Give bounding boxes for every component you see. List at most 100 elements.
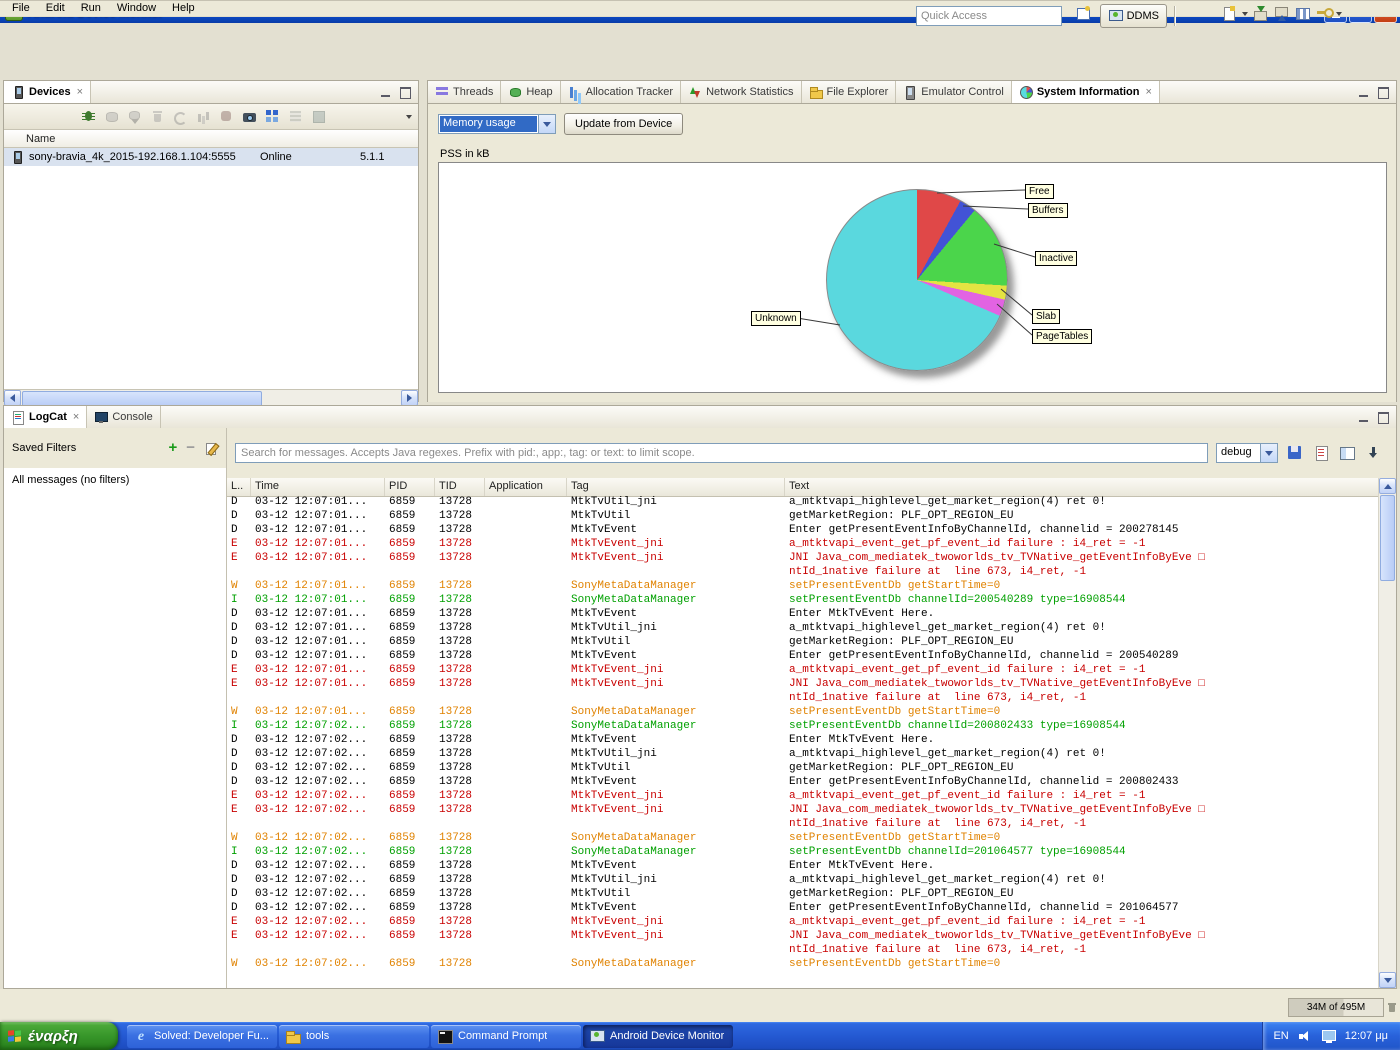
column-header-tid[interactable]: TID: [435, 478, 485, 496]
scroll-down-arrow-icon[interactable]: [1379, 972, 1396, 988]
log-row[interactable]: D03-12 12:07:02...685913728MtkTvUtilgetM…: [227, 888, 1379, 902]
opengl-trace-icon[interactable]: [310, 108, 327, 125]
tab-emulator-control[interactable]: Emulator Control: [896, 81, 1012, 103]
dump-hprof-icon[interactable]: [126, 108, 143, 125]
language-indicator[interactable]: EN: [1273, 1030, 1288, 1042]
close-tab-icon[interactable]: ×: [73, 411, 79, 423]
clock[interactable]: 12:07 μμ: [1345, 1030, 1388, 1042]
log-row[interactable]: D03-12 12:07:02...685913728MtkTvUtil_jni…: [227, 748, 1379, 762]
column-header-pid[interactable]: PID: [385, 478, 435, 496]
log-row[interactable]: ntId_1native failure at line 673, i4_ret…: [227, 566, 1379, 580]
log-row[interactable]: I03-12 12:07:01...685913728SonyMetaDataM…: [227, 594, 1379, 608]
scroll-up-arrow-icon[interactable]: [1379, 478, 1396, 494]
log-row[interactable]: ntId_1native failure at line 673, i4_ret…: [227, 818, 1379, 832]
close-tab-icon[interactable]: ×: [77, 86, 83, 98]
import-icon[interactable]: [1252, 5, 1269, 22]
tab-file-explorer[interactable]: File Explorer: [802, 81, 897, 103]
debug-process-icon[interactable]: [80, 108, 97, 125]
maximize-view-icon[interactable]: [1377, 87, 1390, 98]
log-row[interactable]: D03-12 12:07:02...685913728MtkTvEventEnt…: [227, 734, 1379, 748]
log-row[interactable]: D03-12 12:07:02...685913728MtkTvUtil_jni…: [227, 874, 1379, 888]
maximize-view-icon[interactable]: [399, 87, 412, 98]
log-level-select[interactable]: debug: [1216, 443, 1278, 463]
log-row[interactable]: D03-12 12:07:01...685913728MtkTvEventEnt…: [227, 650, 1379, 664]
log-row[interactable]: W03-12 12:07:01...685913728SonyMetaDataM…: [227, 706, 1379, 720]
tab-console[interactable]: Console: [87, 406, 160, 428]
tab-threads[interactable]: Threads: [428, 81, 501, 103]
taskbar-button-android-device-monitor[interactable]: Android Device Monitor: [583, 1025, 733, 1048]
column-header-tag[interactable]: Tag: [567, 478, 785, 496]
log-row[interactable]: E03-12 12:07:02...685913728MtkTvEvent_jn…: [227, 790, 1379, 804]
view-menu-icon[interactable]: [406, 115, 412, 119]
log-row[interactable]: W03-12 12:07:02...685913728SonyMetaDataM…: [227, 958, 1379, 972]
log-row[interactable]: E03-12 12:07:01...685913728MtkTvEvent_jn…: [227, 538, 1379, 552]
scroll-right-arrow-icon[interactable]: [401, 390, 418, 406]
taskbar-button-tools[interactable]: tools: [279, 1025, 429, 1048]
edit-filter-icon[interactable]: [204, 441, 218, 455]
quick-access-input[interactable]: [916, 6, 1062, 26]
clear-log-icon[interactable]: [1312, 444, 1330, 462]
run-garbage-collector-icon[interactable]: [1386, 1001, 1398, 1013]
ddms-perspective-button[interactable]: DDMS: [1100, 4, 1167, 28]
log-row[interactable]: D03-12 12:07:02...685913728MtkTvEventEnt…: [227, 902, 1379, 916]
column-header-text[interactable]: Text: [785, 478, 1379, 496]
table-view-icon[interactable]: [1294, 5, 1311, 22]
update-threads-icon[interactable]: [172, 108, 189, 125]
log-row[interactable]: I03-12 12:07:02...685913728SonyMetaDataM…: [227, 720, 1379, 734]
menu-file[interactable]: File: [4, 0, 38, 16]
screen-capture-icon[interactable]: [241, 108, 258, 125]
logcat-search-input[interactable]: [235, 443, 1208, 463]
network-icon[interactable]: [1321, 1029, 1337, 1043]
hierarchy-view-icon[interactable]: [264, 108, 281, 125]
tab-logcat[interactable]: LogCat ×: [4, 406, 87, 428]
menu-edit[interactable]: Edit: [38, 0, 73, 16]
minimize-view-icon[interactable]: [380, 87, 393, 98]
close-tab-icon[interactable]: ×: [1146, 86, 1152, 98]
stop-process-icon[interactable]: [218, 108, 235, 125]
column-header-time[interactable]: Time: [251, 478, 385, 496]
log-row[interactable]: E03-12 12:07:02...685913728MtkTvEvent_jn…: [227, 804, 1379, 818]
filter-item-all-messages[interactable]: All messages (no filters): [4, 472, 226, 488]
log-row[interactable]: D03-12 12:07:02...685913728MtkTvEventEnt…: [227, 860, 1379, 874]
log-row[interactable]: E03-12 12:07:01...685913728MtkTvEvent_jn…: [227, 552, 1379, 566]
log-row[interactable]: D03-12 12:07:01...685913728MtkTvUtilgetM…: [227, 510, 1379, 524]
log-row[interactable]: D03-12 12:07:01...685913728MtkTvEventEnt…: [227, 608, 1379, 622]
log-row[interactable]: ntId_1native failure at line 673, i4_ret…: [227, 692, 1379, 706]
log-row[interactable]: I03-12 12:07:02...685913728SonyMetaDataM…: [227, 846, 1379, 860]
log-row[interactable]: W03-12 12:07:01...685913728SonyMetaDataM…: [227, 580, 1379, 594]
systrace-icon[interactable]: [287, 108, 304, 125]
tab-devices[interactable]: Devices ×: [4, 81, 91, 103]
log-row[interactable]: D03-12 12:07:01...685913728MtkTvUtil_jni…: [227, 496, 1379, 510]
saved-filters-view-icon[interactable]: [1338, 444, 1356, 462]
tab-network-statistics[interactable]: Network Statistics: [681, 81, 801, 103]
logcat-vertical-scrollbar[interactable]: [1378, 478, 1396, 988]
update-from-device-button[interactable]: Update from Device: [564, 113, 683, 135]
log-row[interactable]: W03-12 12:07:02...685913728SonyMetaDataM…: [227, 832, 1379, 846]
menu-run[interactable]: Run: [73, 0, 109, 16]
taskbar-button-command-prompt[interactable]: Command Prompt: [431, 1025, 581, 1048]
volume-icon[interactable]: [1297, 1029, 1313, 1043]
column-header-level[interactable]: L..: [227, 478, 251, 496]
maximize-view-icon[interactable]: [1377, 412, 1390, 423]
tab-system-information[interactable]: System Information ×: [1012, 81, 1160, 103]
delete-filter-icon[interactable]: −: [186, 442, 195, 454]
log-row[interactable]: D03-12 12:07:01...685913728MtkTvUtil_jni…: [227, 622, 1379, 636]
export-icon[interactable]: [1273, 5, 1290, 22]
select-dropdown-button[interactable]: [1260, 444, 1277, 462]
open-perspective-icon[interactable]: [1075, 5, 1092, 22]
scroll-to-end-icon[interactable]: [1364, 444, 1382, 462]
add-filter-icon[interactable]: +: [168, 442, 177, 454]
new-wizard-icon[interactable]: [1221, 5, 1238, 22]
log-row[interactable]: D03-12 12:07:01...685913728MtkTvEventEnt…: [227, 524, 1379, 538]
select-dropdown-button[interactable]: [538, 115, 555, 133]
log-row[interactable]: E03-12 12:07:01...685913728MtkTvEvent_jn…: [227, 678, 1379, 692]
minimize-view-icon[interactable]: [1358, 87, 1371, 98]
update-heap-icon[interactable]: [103, 108, 120, 125]
log-row[interactable]: D03-12 12:07:01...685913728MtkTvUtilgetM…: [227, 636, 1379, 650]
column-header-application[interactable]: Application: [485, 478, 567, 496]
log-row[interactable]: E03-12 12:07:02...685913728MtkTvEvent_jn…: [227, 916, 1379, 930]
vertical-scrollbar-thumb[interactable]: [1380, 495, 1395, 581]
preferences-key-icon[interactable]: [1315, 5, 1332, 22]
log-row[interactable]: D03-12 12:07:02...685913728MtkTvUtilgetM…: [227, 762, 1379, 776]
scroll-left-arrow-icon[interactable]: [4, 390, 21, 406]
